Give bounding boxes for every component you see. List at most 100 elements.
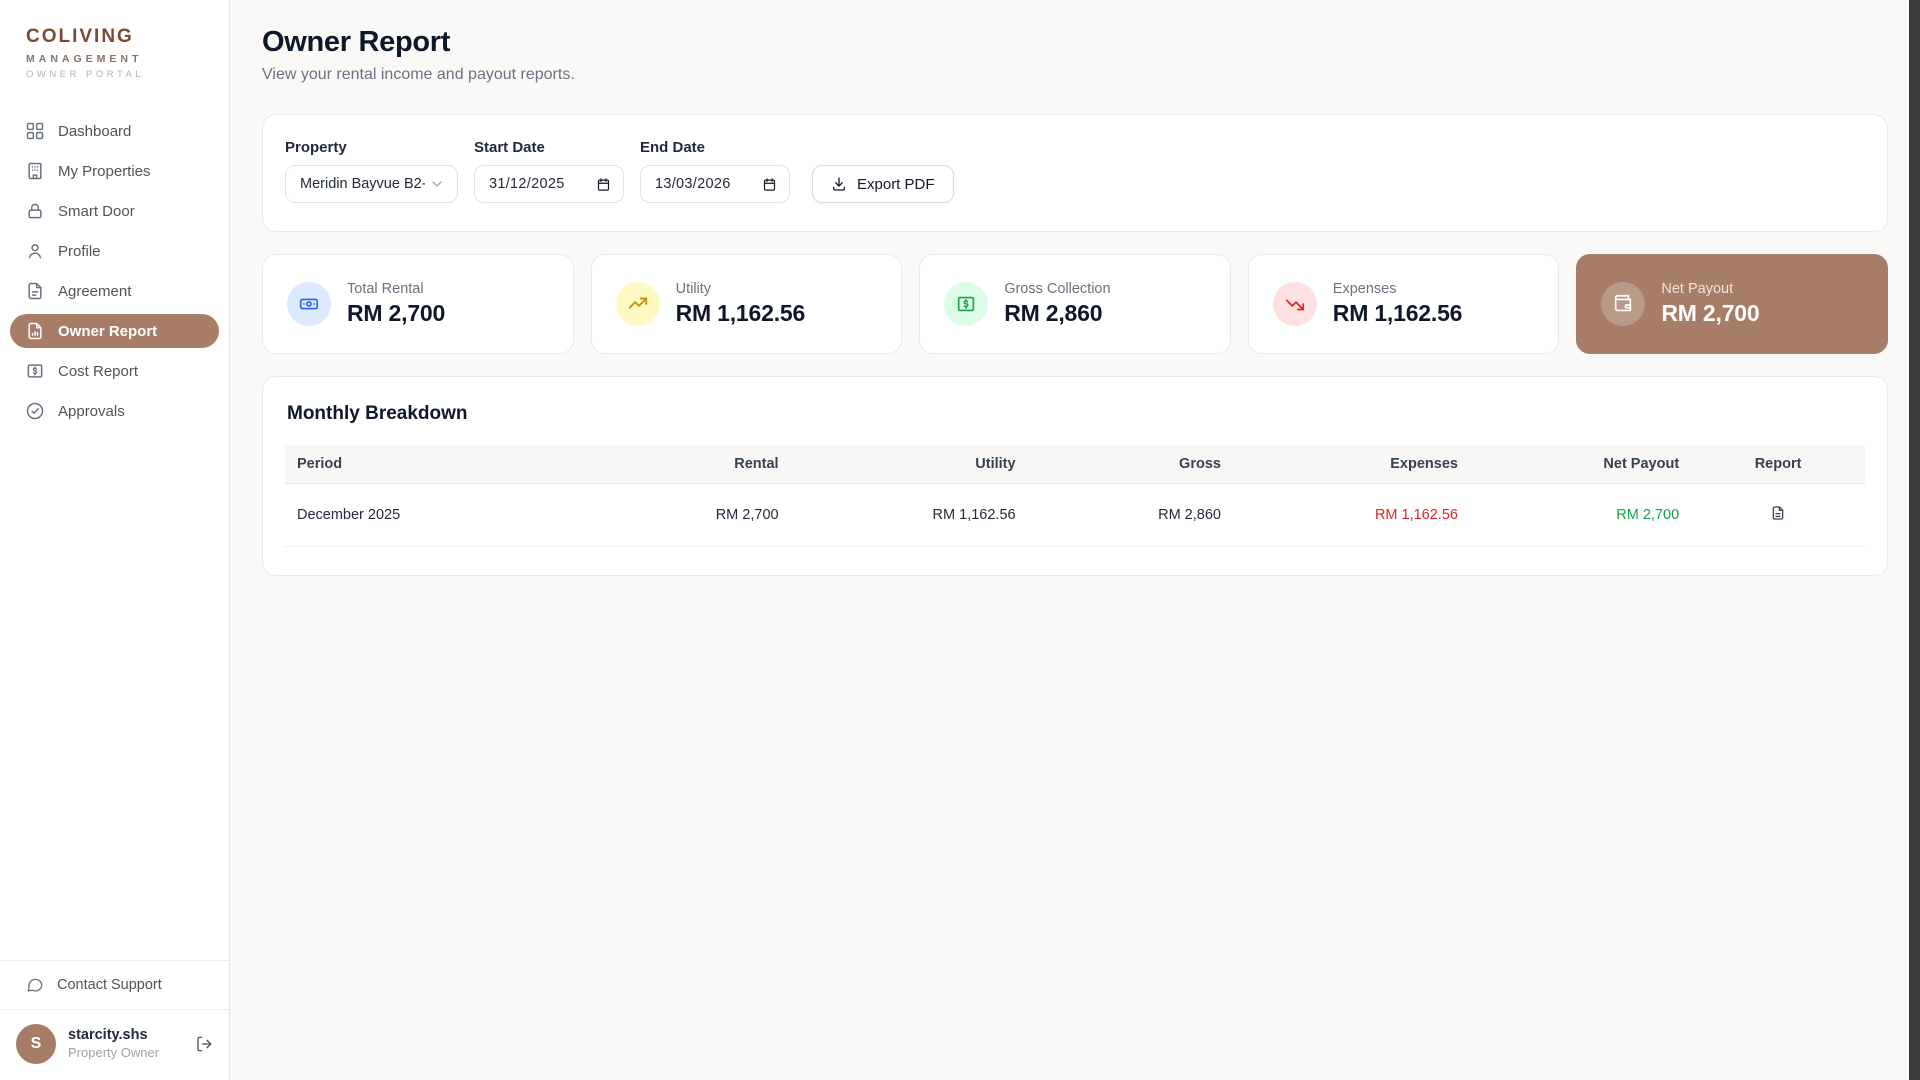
stats-row: Total Rental RM 2,700 Utility RM 1,162.5… bbox=[262, 254, 1888, 354]
sidebar-item-label: My Properties bbox=[58, 163, 151, 180]
end-date-label: End Date bbox=[640, 139, 790, 156]
stat-value: RM 2,700 bbox=[1661, 300, 1759, 327]
brand-line2: MANAGEMENT bbox=[26, 53, 203, 65]
cell-net-payout: RM 2,700 bbox=[1470, 484, 1691, 547]
stat-value: RM 2,860 bbox=[1004, 300, 1110, 327]
col-report: Report bbox=[1691, 445, 1865, 484]
filter-bar: Property Meridin Bayvue B2-19 Start Date… bbox=[262, 114, 1888, 232]
col-gross: Gross bbox=[1028, 445, 1233, 484]
stat-text: Total Rental RM 2,700 bbox=[347, 281, 445, 327]
cell-period: December 2025 bbox=[285, 484, 569, 547]
building-icon bbox=[25, 161, 45, 181]
stat-label: Expenses bbox=[1333, 281, 1463, 297]
logout-icon[interactable] bbox=[195, 1035, 213, 1053]
user-name: starcity.shs bbox=[68, 1026, 159, 1045]
col-utility: Utility bbox=[791, 445, 1028, 484]
sidebar-item-label: Dashboard bbox=[58, 123, 131, 140]
stat-card-total-rental: Total Rental RM 2,700 bbox=[262, 254, 574, 354]
sidebar-item-label: Approvals bbox=[58, 403, 125, 420]
sidebar-item-label: Smart Door bbox=[58, 203, 135, 220]
sidebar-item-cost-report[interactable]: Cost Report bbox=[10, 354, 219, 388]
banknote-icon bbox=[287, 282, 331, 326]
col-period: Period bbox=[285, 445, 569, 484]
download-icon bbox=[831, 176, 847, 192]
dollar-receipt-icon bbox=[25, 361, 45, 381]
end-date-value: 13/03/2026 bbox=[655, 176, 731, 192]
sidebar-item-agreement[interactable]: Agreement bbox=[10, 274, 219, 308]
table-header-row: Period Rental Utility Gross Expenses Net… bbox=[285, 445, 1865, 484]
sidebar-item-my-properties[interactable]: My Properties bbox=[10, 154, 219, 188]
cell-rental: RM 2,700 bbox=[569, 484, 790, 547]
stat-text: Gross Collection RM 2,860 bbox=[1004, 281, 1110, 327]
report-file-icon[interactable] bbox=[1770, 505, 1786, 521]
cell-gross: RM 2,860 bbox=[1028, 484, 1233, 547]
user-role: Property Owner bbox=[68, 1045, 159, 1062]
wallet-icon bbox=[1601, 282, 1645, 326]
trending-down-icon bbox=[1273, 282, 1317, 326]
sidebar-item-label: Agreement bbox=[58, 283, 131, 300]
chevron-down-icon bbox=[429, 176, 445, 192]
brand-logo: COLIVING MANAGEMENT OWNER PORTAL bbox=[0, 0, 229, 98]
sidebar-item-label: Cost Report bbox=[58, 363, 138, 380]
end-date-group: End Date 13/03/2026 bbox=[640, 139, 790, 203]
stat-card-utility: Utility RM 1,162.56 bbox=[591, 254, 903, 354]
stat-text: Utility RM 1,162.56 bbox=[676, 281, 806, 327]
col-net-payout: Net Payout bbox=[1470, 445, 1691, 484]
monthly-breakdown-table: Period Rental Utility Gross Expenses Net… bbox=[285, 445, 1865, 547]
stat-card-expenses: Expenses RM 1,162.56 bbox=[1248, 254, 1560, 354]
brand-line3: OWNER PORTAL bbox=[26, 69, 203, 80]
export-pdf-button[interactable]: Export PDF bbox=[812, 165, 954, 203]
cell-report bbox=[1691, 484, 1865, 547]
main-content: Owner Report View your rental income and… bbox=[230, 0, 1920, 1080]
table-title: Monthly Breakdown bbox=[285, 403, 1865, 425]
sidebar: COLIVING MANAGEMENT OWNER PORTAL Dashboa… bbox=[0, 0, 230, 1080]
brand-name: COLIVING bbox=[26, 26, 203, 48]
stat-label: Total Rental bbox=[347, 281, 445, 297]
end-date-input[interactable]: 13/03/2026 bbox=[640, 165, 790, 203]
stat-value: RM 1,162.56 bbox=[1333, 300, 1463, 327]
sidebar-item-owner-report[interactable]: Owner Report bbox=[10, 314, 219, 348]
sidebar-item-label: Owner Report bbox=[58, 323, 157, 340]
table-row: December 2025 RM 2,700 RM 1,162.56 RM 2,… bbox=[285, 484, 1865, 547]
dashboard-grid-icon bbox=[25, 121, 45, 141]
dollar-note-icon bbox=[944, 282, 988, 326]
calendar-icon[interactable] bbox=[762, 177, 777, 192]
user-meta: starcity.shs Property Owner bbox=[68, 1026, 159, 1063]
sidebar-item-label: Profile bbox=[58, 243, 101, 260]
page-subtitle: View your rental income and payout repor… bbox=[262, 66, 1888, 84]
property-filter-group: Property Meridin Bayvue B2-19 bbox=[285, 139, 458, 203]
scrollbar[interactable] bbox=[1909, 0, 1920, 1080]
user-icon bbox=[25, 241, 45, 261]
sidebar-item-smart-door[interactable]: Smart Door bbox=[10, 194, 219, 228]
chat-bubble-icon bbox=[26, 976, 44, 994]
sidebar-item-approvals[interactable]: Approvals bbox=[10, 394, 219, 428]
sidebar-nav: Dashboard My Properties Smart Door Profi… bbox=[0, 98, 229, 444]
stat-value: RM 1,162.56 bbox=[676, 300, 806, 327]
stat-label: Utility bbox=[676, 281, 806, 297]
stat-text: Net Payout RM 2,700 bbox=[1661, 281, 1759, 327]
stat-value: RM 2,700 bbox=[347, 300, 445, 327]
start-date-value: 31/12/2025 bbox=[489, 176, 565, 192]
circle-check-icon bbox=[25, 401, 45, 421]
start-date-input[interactable]: 31/12/2025 bbox=[474, 165, 624, 203]
monthly-breakdown-card: Monthly Breakdown Period Rental Utility … bbox=[262, 376, 1888, 576]
property-select[interactable]: Meridin Bayvue B2-19 bbox=[285, 165, 458, 203]
stat-label: Net Payout bbox=[1661, 281, 1759, 297]
sidebar-item-dashboard[interactable]: Dashboard bbox=[10, 114, 219, 148]
file-text-icon bbox=[25, 281, 45, 301]
contact-support-label: Contact Support bbox=[57, 977, 162, 993]
start-date-label: Start Date bbox=[474, 139, 624, 156]
col-rental: Rental bbox=[569, 445, 790, 484]
user-profile-section[interactable]: S starcity.shs Property Owner bbox=[0, 1009, 229, 1080]
avatar: S bbox=[16, 1024, 56, 1064]
cell-utility: RM 1,162.56 bbox=[791, 484, 1028, 547]
calendar-icon[interactable] bbox=[596, 177, 611, 192]
trending-up-icon bbox=[616, 282, 660, 326]
cell-expenses: RM 1,162.56 bbox=[1233, 484, 1470, 547]
sidebar-item-profile[interactable]: Profile bbox=[10, 234, 219, 268]
contact-support-button[interactable]: Contact Support bbox=[0, 960, 229, 1009]
lock-icon bbox=[25, 201, 45, 221]
stat-card-gross-collection: Gross Collection RM 2,860 bbox=[919, 254, 1231, 354]
property-label: Property bbox=[285, 139, 458, 156]
property-select-value: Meridin Bayvue B2-19 bbox=[300, 176, 425, 192]
